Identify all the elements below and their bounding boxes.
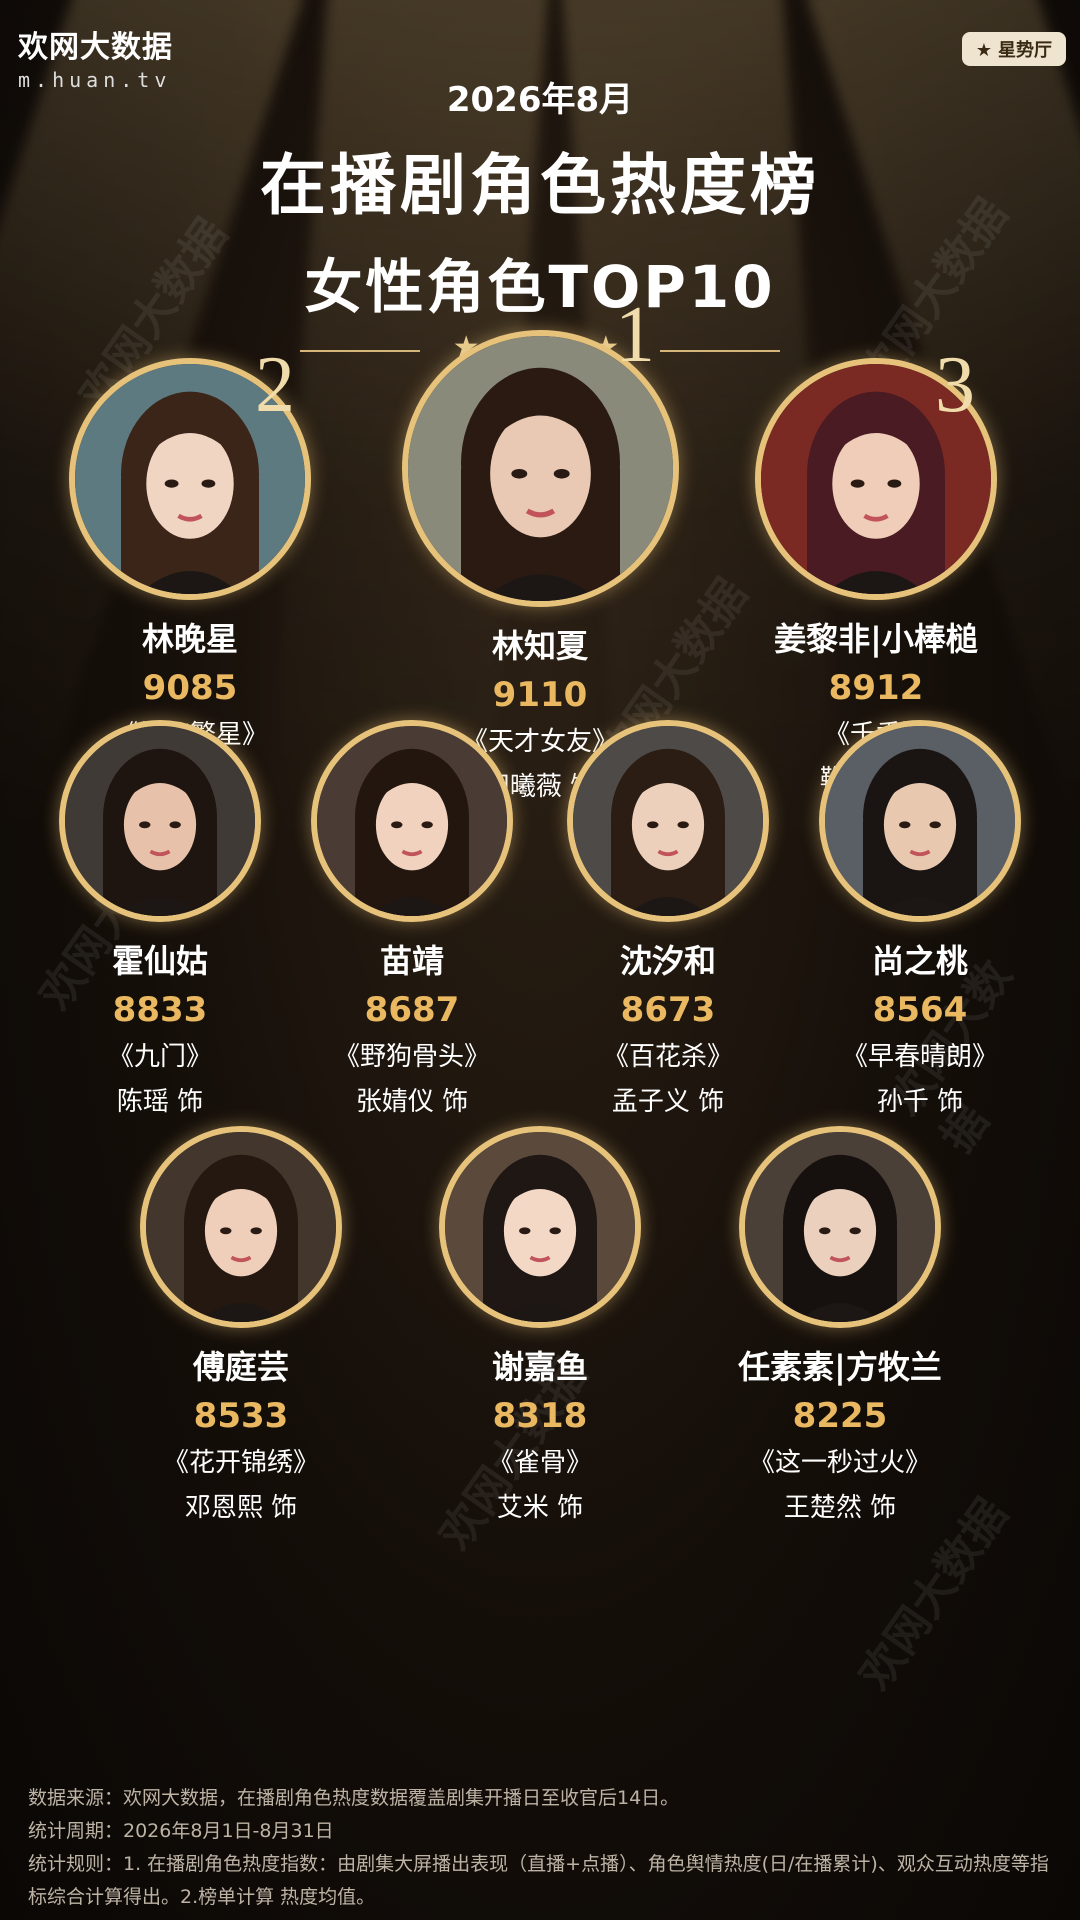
heat-score: 8318 — [492, 1396, 588, 1436]
heat-score: 9085 — [142, 668, 238, 708]
heat-score: 8687 — [364, 990, 460, 1030]
ranking-card: 苗靖 8687 《野狗骨头》 张婧仪 饰 — [262, 720, 562, 1118]
ranking-card: 谢嘉鱼 8318 《雀骨》艾米 饰 — [390, 1126, 690, 1524]
actor-name: 邓恩熙 饰 — [184, 1493, 298, 1523]
role-name: 林知夏 — [491, 627, 588, 665]
portrait-avatar — [819, 720, 1021, 922]
drama-title: 《花开锦绣》 — [162, 1448, 319, 1478]
badge-label: 星势厅 — [998, 40, 1052, 61]
portrait-avatar — [439, 1126, 641, 1328]
role-name: 尚之桃 — [871, 942, 968, 980]
heat-score: 8564 — [872, 990, 968, 1030]
portrait-avatar — [311, 720, 513, 922]
actor-name: 王楚然 饰 — [783, 1493, 897, 1523]
period-label: 2026年8月 — [446, 80, 634, 120]
brand-name: 欢网大数据 — [18, 30, 173, 65]
ranking-card: 尚之桃 8564 《早春晴朗》 孙千 饰 — [770, 720, 1070, 1118]
footer-source: 数据来源：欢网大数据，在播剧角色热度数据覆盖剧集开播日至收官后14日。 — [28, 1787, 680, 1809]
role-name: 谢嘉鱼 — [491, 1348, 588, 1386]
role-name: 苗靖 — [379, 942, 444, 980]
portrait-avatar — [140, 1126, 342, 1328]
role-name: 林晚星 — [141, 620, 238, 658]
heat-score: 9110 — [492, 675, 588, 715]
heat-score: 8912 — [828, 668, 924, 708]
rank-number: 1 — [615, 291, 655, 379]
footer-rules: 统计规则：1. 在播剧角色热度指数：由剧集大屏播出表现（直播+点播）、角色舆情热… — [28, 1853, 1049, 1908]
heat-score: 8225 — [792, 1396, 888, 1436]
footer-notes: 数据来源：欢网大数据，在播剧角色热度数据覆盖剧集开播日至收官后14日。 统计周期… — [28, 1782, 1058, 1914]
heat-score: 8533 — [193, 1396, 289, 1436]
role-name: 姜黎非|小棒槌 — [774, 620, 978, 658]
ranking-card: 任素素|方牧兰 8225 《这一秒过火》 王楚然 饰 — [690, 1126, 990, 1524]
rank-number: 3 — [935, 341, 975, 429]
portrait-avatar — [567, 720, 769, 922]
portrait-avatar — [59, 720, 261, 922]
actor-name: 孙千 饰 — [876, 1087, 964, 1117]
actor-name: 张婧仪 饰 — [355, 1087, 469, 1117]
portrait-avatar — [739, 1126, 941, 1328]
drama-title: 《早春晴朗》 — [841, 1042, 998, 1072]
role-name: 任素素|方牧兰 — [738, 1348, 942, 1386]
star-icon: ★ — [975, 40, 992, 61]
rank-number: 2 — [255, 341, 295, 429]
page-subtitle: 女性角色TOP10 — [304, 253, 776, 321]
drama-title: 《雀骨》 — [487, 1448, 592, 1478]
drama-title: 《野狗骨头》 — [333, 1042, 490, 1072]
xingshiting-badge: ★ 星势厅 — [961, 32, 1066, 66]
ranking-card: 傅庭芸 8533 《花开锦绣》 邓恩熙 饰 — [91, 1126, 391, 1524]
actor-name: 艾米 饰 — [496, 1493, 584, 1523]
footer-period: 统计周期：2026年8月1日-8月31日 — [28, 1820, 334, 1842]
drama-title: 《这一秒过火》 — [748, 1448, 931, 1478]
role-name: 傅庭芸 — [192, 1348, 289, 1386]
page-title: 在播剧角色热度榜 — [260, 147, 820, 224]
